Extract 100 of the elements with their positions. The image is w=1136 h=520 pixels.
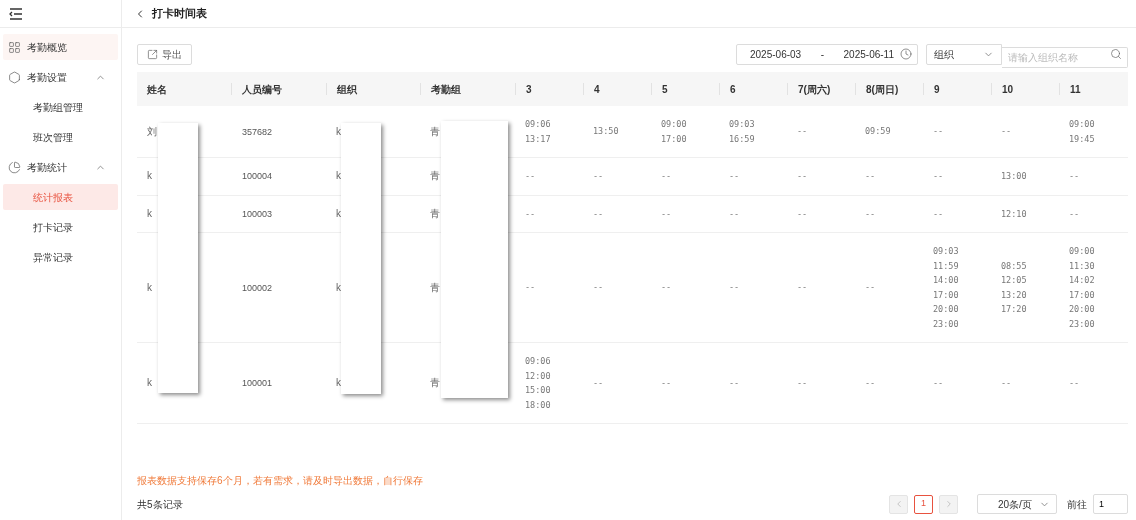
- time-cell-text: --: [1068, 170, 1080, 183]
- start-date: 2025-06-03: [750, 47, 802, 62]
- time-cell-text: 13:00: [1000, 170, 1027, 183]
- time-cell-text: --: [592, 376, 604, 390]
- table-cell-text: k: [335, 280, 342, 295]
- table-cell-text: 100003: [241, 207, 274, 221]
- search-field[interactable]: 请输入组织名称: [1002, 46, 1128, 68]
- table-cell-text: 刘: [146, 124, 158, 139]
- time-cell-text: --: [592, 281, 604, 295]
- time-cell-text: --: [728, 376, 740, 390]
- menu-icon[interactable]: [9, 7, 23, 20]
- time-cell-text: --: [796, 170, 808, 183]
- goto-label: 前往: [1067, 497, 1087, 512]
- time-cell-text: 08:55 12:05 13:20 17:20: [1000, 259, 1027, 316]
- end-date: 2025-06-11: [843, 47, 894, 62]
- time-cell-text: --: [932, 170, 944, 183]
- section-icon: [8, 160, 21, 174]
- section-icon: [8, 70, 21, 84]
- time-cell-text: 09:03 11:59 14:00 17:00 20:00 23:00: [932, 245, 959, 331]
- time-cell-text: --: [796, 207, 808, 221]
- column-header: 9: [933, 82, 940, 97]
- time-cell-text: 13:50: [592, 125, 619, 139]
- time-cell-text: 09:00 11:30 14:02 17:00 20:00 23:00: [1068, 245, 1095, 331]
- time-cell-text: 09:06 13:17: [524, 118, 551, 146]
- table-cell-text: k: [146, 206, 153, 221]
- column-header: 8(周日): [865, 82, 899, 97]
- time-cell-text: --: [796, 281, 808, 295]
- time-cell-text: --: [660, 207, 672, 221]
- table-cell-text: 100002: [241, 281, 274, 295]
- page-title: 打卡时间表: [152, 6, 207, 22]
- sidebar-item[interactable]: 考勤设置: [3, 64, 118, 90]
- column-header: 5: [661, 82, 668, 97]
- table-cell-text: 100001: [241, 377, 274, 390]
- column-header: 10: [1001, 82, 1014, 97]
- time-cell-text: 09:03 16:59: [728, 118, 755, 146]
- time-cell-text: --: [932, 376, 944, 390]
- time-cell-text: --: [796, 125, 808, 139]
- table-cell-text: k: [146, 376, 153, 390]
- time-cell-text: --: [796, 376, 808, 390]
- time-cell-text: --: [864, 170, 876, 183]
- table-cell-text: k: [335, 376, 342, 390]
- time-cell-text: --: [932, 125, 944, 139]
- table-cell-text: 青: [429, 169, 441, 184]
- page-button[interactable]: 1: [914, 494, 933, 514]
- record-count: 共5条记录: [137, 497, 183, 512]
- time-cell-text: 09:59: [864, 125, 891, 139]
- table-cell-text: k: [335, 124, 342, 139]
- sidebar-item[interactable]: 考勤统计: [3, 154, 118, 180]
- time-cell-text: --: [660, 281, 672, 295]
- time-cell-text: --: [592, 207, 604, 221]
- time-cell-text: --: [524, 170, 536, 183]
- column-header: 7(周六): [797, 82, 831, 97]
- time-cell-text: --: [660, 170, 672, 183]
- column-header: 考勤组: [430, 82, 461, 97]
- time-cell-text: --: [1068, 207, 1080, 221]
- table-cell-text: 357682: [241, 125, 274, 139]
- table-cell-text: 青: [429, 376, 441, 390]
- export-icon: [147, 48, 158, 60]
- column-header: 3: [525, 82, 532, 97]
- time-cell-text: --: [864, 376, 876, 390]
- next-page-button[interactable]: [939, 494, 958, 514]
- time-cell-text: --: [728, 170, 740, 183]
- table-cell-text: k: [146, 169, 153, 184]
- column-header: 姓名: [146, 82, 167, 97]
- time-cell-text: 09:00 19:45: [1068, 118, 1095, 146]
- time-cell-text: --: [728, 281, 740, 295]
- date-separator: -: [820, 47, 825, 62]
- sidebar-item[interactable]: 异常记录: [3, 244, 118, 270]
- time-cell-text: --: [864, 281, 876, 295]
- time-cell-text: --: [592, 170, 604, 183]
- section-icon: [8, 40, 21, 54]
- previous-page-button[interactable]: [889, 494, 908, 514]
- time-cell-text: --: [728, 207, 740, 221]
- sidebar-item[interactable]: 打卡记录: [3, 214, 118, 240]
- sidebar-item[interactable]: 考勤概览: [3, 34, 118, 60]
- clock-icon: [900, 48, 912, 60]
- column-header: 人员编号: [241, 82, 282, 97]
- table-cell-text: k: [146, 280, 153, 295]
- date-range-picker[interactable]: 2025-06-03 - 2025-06-11: [736, 43, 918, 65]
- table-cell-text: 青: [429, 280, 441, 295]
- column-header: 11: [1069, 82, 1081, 97]
- time-cell-text: --: [524, 281, 536, 295]
- page-number-field[interactable]: 1: [1093, 494, 1128, 514]
- time-cell-text: --: [932, 207, 944, 221]
- time-cell-text: --: [1000, 125, 1012, 139]
- table-cell-text: 100004: [241, 170, 274, 184]
- table-cell-text: k: [335, 169, 342, 184]
- retention-notice: 报表数据支持保存6个月，若有需求，请及时导出数据，自行保存: [137, 474, 424, 488]
- sidebar-item[interactable]: 班次管理: [3, 124, 118, 150]
- column-header: 4: [593, 82, 600, 97]
- table-cell-text: 青: [429, 124, 441, 139]
- column-header: 组织: [336, 82, 357, 97]
- sidebar-item[interactable]: 考勤组管理: [3, 94, 118, 120]
- time-cell-text: --: [524, 207, 536, 221]
- search-icon[interactable]: [1110, 47, 1122, 60]
- time-cell-text: --: [1068, 376, 1080, 390]
- time-cell-text: --: [660, 376, 672, 390]
- export-button[interactable]: 导出: [137, 43, 192, 65]
- organization-select[interactable]: 组织: [926, 43, 1002, 65]
- page-size-select[interactable]: 20条/页: [977, 494, 1057, 514]
